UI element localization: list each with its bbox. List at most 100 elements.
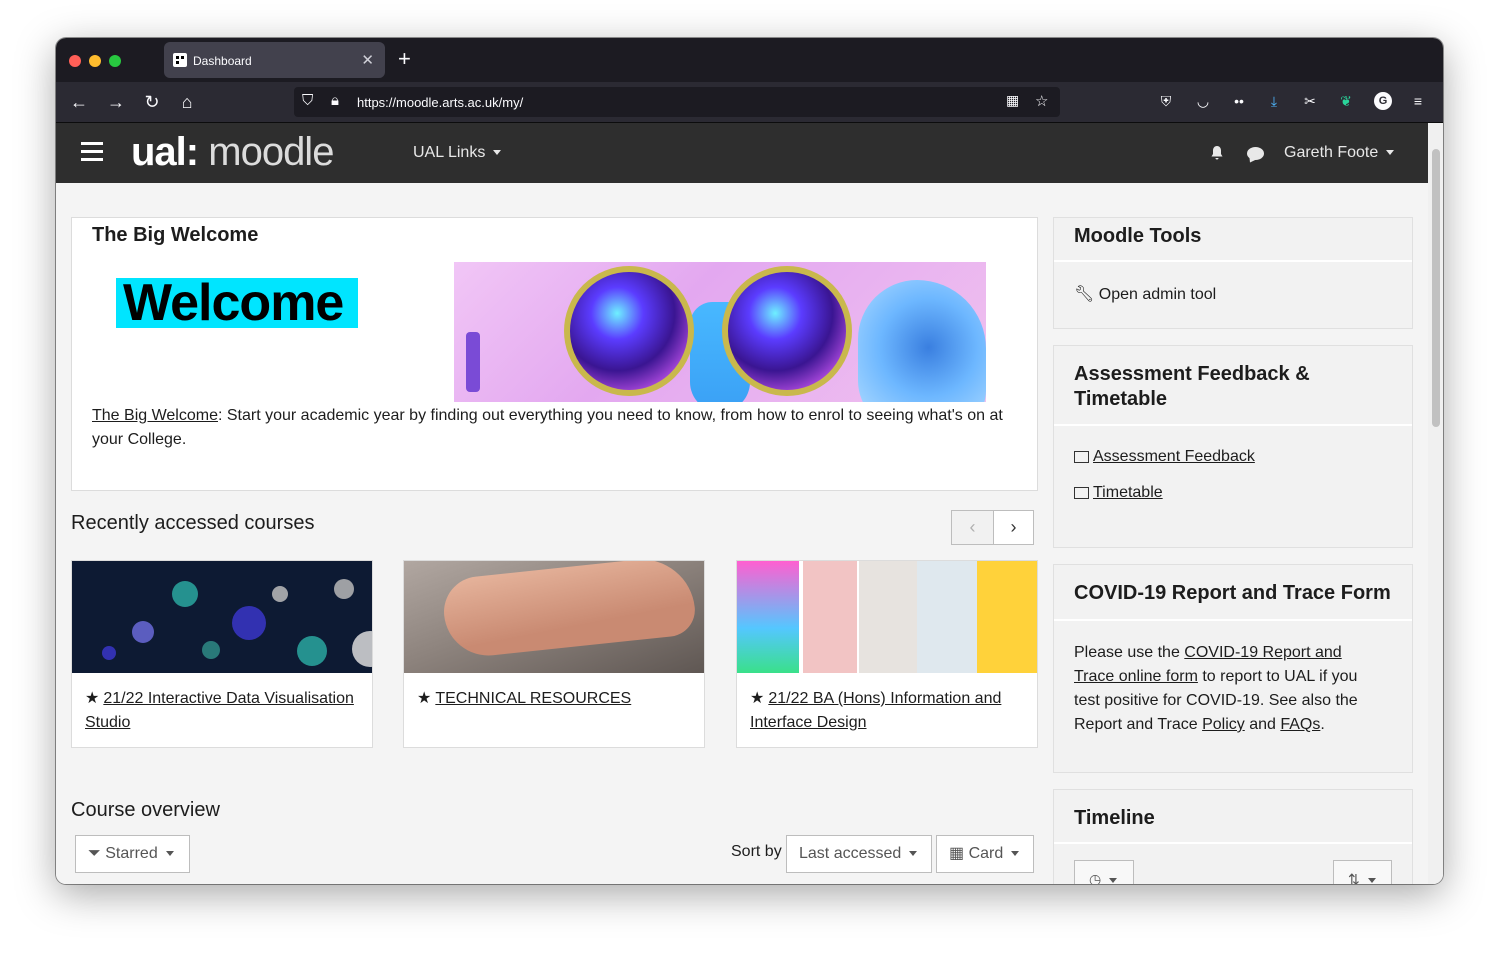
viz-dot — [132, 621, 154, 643]
timetable-label[interactable]: Timetable — [1093, 484, 1163, 501]
welcome-description: The Big Welcome: Start your academic yea… — [92, 404, 1032, 452]
course-link[interactable]: 21/22 BA (Hons) Information and Interfac… — [750, 690, 1001, 731]
messages-icon[interactable] — [1247, 147, 1264, 160]
tab-title: Dashboard — [193, 54, 252, 68]
page-content: ual: moodle UAL Links Gareth Foote The B… — [56, 123, 1443, 884]
lock-icon[interactable]: 🔒︎ — [331, 92, 339, 109]
viz-dot — [272, 586, 288, 602]
tab-bar: Dashboard ✕ + — [56, 38, 1443, 82]
welcome-heading: The Big Welcome — [92, 224, 259, 246]
banner-lens-left — [564, 266, 694, 396]
course-image-technical — [404, 561, 704, 673]
favicon-icon — [173, 53, 187, 67]
url-text[interactable]: https://moodle.arts.ac.uk/my/ — [357, 95, 523, 110]
covid-text-1: Please use the — [1074, 644, 1185, 661]
browser-window: Dashboard ✕ + ← → ↻ ⌂ ⛉ 🔒︎ https://moodl… — [56, 38, 1443, 884]
user-menu[interactable]: Gareth Foote — [1284, 144, 1394, 162]
extension-bitwarden-icon[interactable]: ⛨ — [1157, 92, 1175, 110]
new-tab-button[interactable]: + — [398, 47, 411, 71]
banner-lens-right — [722, 266, 852, 396]
assessment-feedback-label[interactable]: Assessment Feedback — [1093, 448, 1255, 465]
minimize-window-button[interactable] — [89, 55, 101, 67]
downloads-icon[interactable]: ⤓ — [1265, 92, 1283, 110]
timeline-block: Timeline ◷ ⇅ — [1053, 789, 1413, 884]
banner-handle-shape — [466, 332, 480, 392]
close-window-button[interactable] — [69, 55, 81, 67]
sort-icon: ⇅ — [1348, 871, 1360, 884]
moodle-tools-title: Moodle Tools — [1054, 218, 1412, 262]
hamburger-icon[interactable] — [81, 142, 103, 162]
star-icon: ★ — [417, 690, 432, 707]
close-tab-icon[interactable]: ✕ — [361, 51, 374, 69]
star-icon: ★ — [750, 690, 765, 707]
covid-faqs-link[interactable]: FAQs — [1280, 716, 1320, 733]
view-value: Card — [968, 845, 1004, 862]
extension-leaf-icon[interactable]: ❦ — [1337, 92, 1355, 110]
user-name: Gareth Foote — [1284, 144, 1379, 161]
assessment-title: Assessment Feedback & Timetable — [1054, 346, 1412, 426]
zoom-window-button[interactable] — [109, 55, 121, 67]
course-card[interactable]: ★ 21/22 Interactive Data Visualisation St… — [71, 560, 373, 748]
viz-dot — [202, 641, 220, 659]
timeline-sort-dropdown[interactable]: ⇅ — [1333, 860, 1392, 884]
sort-dropdown[interactable]: Last accessed — [786, 835, 932, 873]
welcome-card: The Big Welcome Welcome The Big Welcome:… — [71, 217, 1038, 491]
back-icon[interactable]: ← — [68, 91, 90, 113]
forward-icon[interactable]: → — [105, 91, 127, 113]
course-name[interactable]: ★ 21/22 BA (Hons) Information and Interfa… — [750, 687, 1030, 735]
reload-icon[interactable]: ↻ — [141, 91, 163, 113]
course-name[interactable]: ★ 21/22 Interactive Data Visualisation St… — [85, 687, 365, 735]
course-name[interactable]: ★ TECHNICAL RESOURCES — [417, 687, 697, 711]
next-page-button[interactable]: › — [993, 511, 1033, 544]
assessment-feedback-link[interactable]: Assessment Feedback — [1054, 426, 1412, 466]
big-welcome-link[interactable]: The Big Welcome — [92, 407, 218, 424]
screenshot-icon[interactable]: ✂ — [1301, 92, 1319, 110]
open-admin-tool-link[interactable]: 🔧︎ Open admin tool — [1054, 262, 1412, 304]
welcome-banner-image — [454, 262, 986, 402]
qr-grid-icon[interactable]: ▦ — [1006, 92, 1019, 109]
banner-ear-shape — [858, 280, 986, 402]
ual-links-label: UAL Links — [413, 144, 486, 161]
course-card[interactable]: ★ TECHNICAL RESOURCES — [403, 560, 705, 748]
recent-courses-pager: ‹ › — [951, 510, 1034, 545]
bookmark-star-icon[interactable]: ☆ — [1035, 92, 1048, 110]
viz-dot — [102, 646, 116, 660]
bell-icon[interactable] — [1209, 145, 1225, 161]
extension-dots-icon[interactable]: •• — [1230, 92, 1248, 110]
account-avatar-icon[interactable]: G — [1374, 92, 1392, 110]
tab-dashboard[interactable]: Dashboard ✕ — [164, 42, 385, 78]
menu-icon[interactable]: ≡ — [1409, 92, 1427, 110]
star-icon: ★ — [85, 690, 100, 707]
hand-shape — [440, 561, 698, 660]
clock-icon: ◷ — [1089, 871, 1102, 884]
course-link[interactable]: 21/22 Interactive Data Visualisation Stu… — [85, 690, 354, 731]
starred-filter-dropdown[interactable]: ⏷ Starred — [75, 835, 190, 873]
site-logo[interactable]: ual: moodle — [131, 130, 334, 175]
viz-dot — [172, 581, 198, 607]
covid-policy-link[interactable]: Policy — [1202, 716, 1245, 733]
course-link[interactable]: TECHNICAL RESOURCES — [435, 690, 631, 707]
url-bar[interactable]: ⛉ 🔒︎ https://moodle.arts.ac.uk/my/ ▦ ☆ — [294, 87, 1060, 117]
feedback-icon — [1074, 450, 1089, 463]
wrench-icon: 🔧︎ — [1074, 286, 1099, 303]
scrollbar-thumb[interactable] — [1432, 149, 1440, 427]
grid-icon: ▦ — [949, 845, 969, 862]
covid-body: Please use the COVID-19 Report and Trace… — [1054, 621, 1389, 737]
view-dropdown[interactable]: ▦ Card — [936, 835, 1034, 873]
welcome-body: : Start your academic year by finding ou… — [92, 407, 1003, 448]
logo-suffix: moodle — [208, 130, 334, 174]
course-card[interactable]: ★ 21/22 BA (Hons) Information and Interfa… — [736, 560, 1038, 748]
timeline-filter-dropdown[interactable]: ◷ — [1074, 860, 1134, 884]
home-icon[interactable]: ⌂ — [176, 91, 198, 113]
logo-prefix: ual: — [131, 130, 199, 174]
shield-icon[interactable]: ⛉ — [302, 92, 313, 109]
page-scrollbar[interactable] — [1428, 123, 1443, 884]
ual-links-menu[interactable]: UAL Links — [413, 144, 501, 162]
pocket-icon[interactable]: ◡ — [1194, 92, 1212, 110]
course-image-dataviz — [72, 561, 372, 673]
course-image-design — [737, 561, 1037, 673]
recent-courses-heading: Recently accessed courses — [71, 512, 315, 534]
timetable-link[interactable]: Timetable — [1054, 466, 1412, 502]
calendar-icon — [1074, 486, 1089, 499]
prev-page-button[interactable]: ‹ — [952, 511, 993, 544]
